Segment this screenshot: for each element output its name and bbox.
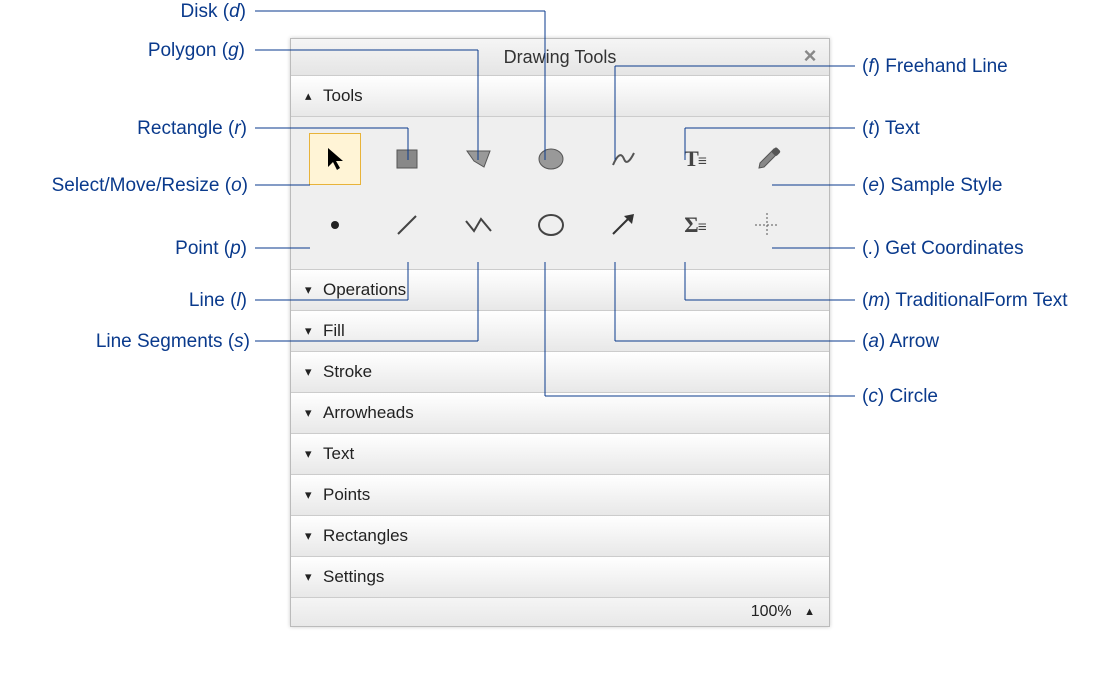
- section-points[interactable]: ▾ Points: [291, 475, 829, 516]
- line-icon: [393, 211, 421, 239]
- cursor-icon: [321, 145, 349, 173]
- section-stroke[interactable]: ▾ Stroke: [291, 352, 829, 393]
- section-arrowheads[interactable]: ▾ Arrowheads: [291, 393, 829, 434]
- close-icon[interactable]: ×: [799, 45, 821, 67]
- tool-text[interactable]: T≡: [669, 133, 721, 185]
- callout-coords: (.) Get Coordinates: [862, 238, 1024, 260]
- chevron-up-icon: ▴: [305, 88, 323, 104]
- section-settings[interactable]: ▾ Settings: [291, 557, 829, 598]
- callout-point: Point (p): [152, 238, 247, 260]
- section-label: Arrowheads: [323, 403, 414, 423]
- callout-line: Line (l): [170, 290, 247, 312]
- tool-disk[interactable]: [525, 133, 577, 185]
- arrow-icon: [608, 211, 638, 239]
- drawing-tools-panel: Drawing Tools × ▴ Tools: [290, 38, 830, 627]
- chevron-down-icon: ▾: [305, 282, 323, 298]
- tool-rectangle[interactable]: [381, 133, 433, 185]
- section-label: Rectangles: [323, 526, 408, 546]
- section-label: Text: [323, 444, 354, 464]
- panel-title: Drawing Tools: [504, 47, 617, 67]
- section-text[interactable]: ▾ Text: [291, 434, 829, 475]
- callout-segments: Line Segments (s): [60, 331, 250, 353]
- section-tools[interactable]: ▴ Tools: [291, 76, 829, 117]
- chevron-down-icon: ▾: [305, 487, 323, 503]
- crosshair-icon: [753, 211, 781, 239]
- section-fill[interactable]: ▾ Fill: [291, 311, 829, 352]
- section-rectangles[interactable]: ▾ Rectangles: [291, 516, 829, 557]
- tool-arrow[interactable]: [597, 199, 649, 251]
- callout-circle: (c) Circle: [862, 386, 938, 408]
- freehand-icon: [608, 145, 638, 173]
- chevron-down-icon: ▾: [305, 364, 323, 380]
- callout-rectangle: Rectangle (r): [97, 118, 247, 140]
- section-label: Settings: [323, 567, 384, 587]
- footer: 100% ▲: [291, 598, 829, 626]
- section-label: Fill: [323, 321, 345, 341]
- segments-icon: [463, 211, 495, 239]
- tool-freehand[interactable]: [597, 133, 649, 185]
- section-label: Stroke: [323, 362, 372, 382]
- tool-get-coordinates[interactable]: [741, 199, 793, 251]
- tool-row-1: T≡: [309, 133, 811, 185]
- tool-line[interactable]: [381, 199, 433, 251]
- section-label: Tools: [323, 86, 363, 106]
- disk-icon: [536, 145, 566, 173]
- titlebar: Drawing Tools ×: [291, 39, 829, 76]
- section-label: Points: [323, 485, 370, 505]
- callout-polygon: Polygon (g): [115, 40, 245, 62]
- zoom-display[interactable]: 100%: [751, 603, 792, 620]
- tool-point[interactable]: [309, 199, 361, 251]
- section-operations[interactable]: ▾ Operations: [291, 270, 829, 311]
- callout-arrow: (a) Arrow: [862, 331, 939, 353]
- eyedropper-icon: [752, 145, 782, 173]
- tool-polygon[interactable]: [453, 133, 505, 185]
- tool-traditionalform-text[interactable]: Σ≡: [669, 199, 721, 251]
- chevron-down-icon: ▾: [305, 446, 323, 462]
- sigma-text-icon: Σ≡: [684, 212, 706, 238]
- tool-circle[interactable]: [525, 199, 577, 251]
- triangle-up-icon[interactable]: ▲: [804, 598, 815, 626]
- section-label: Operations: [323, 280, 406, 300]
- callout-tform: (m) TraditionalForm Text: [862, 290, 1068, 312]
- callout-select: Select/Move/Resize (o): [3, 175, 248, 197]
- chevron-down-icon: ▾: [305, 405, 323, 421]
- tool-select[interactable]: [309, 133, 361, 185]
- tool-row-2: Σ≡: [309, 199, 811, 251]
- text-icon: T≡: [684, 146, 706, 172]
- chevron-down-icon: ▾: [305, 323, 323, 339]
- callout-freehand: (f) Freehand Line: [862, 56, 1008, 78]
- tool-line-segments[interactable]: [453, 199, 505, 251]
- tool-sample-style[interactable]: [741, 133, 793, 185]
- tool-grid: T≡: [291, 117, 829, 270]
- polygon-icon: [464, 145, 494, 173]
- callout-sample: (e) Sample Style: [862, 175, 1002, 197]
- chevron-down-icon: ▾: [305, 569, 323, 585]
- point-icon: [321, 211, 349, 239]
- callout-text: (t) Text: [862, 118, 920, 140]
- callout-disk: Disk (d): [156, 1, 246, 23]
- rectangle-icon: [393, 145, 421, 173]
- chevron-down-icon: ▾: [305, 528, 323, 544]
- circle-icon: [536, 211, 566, 239]
